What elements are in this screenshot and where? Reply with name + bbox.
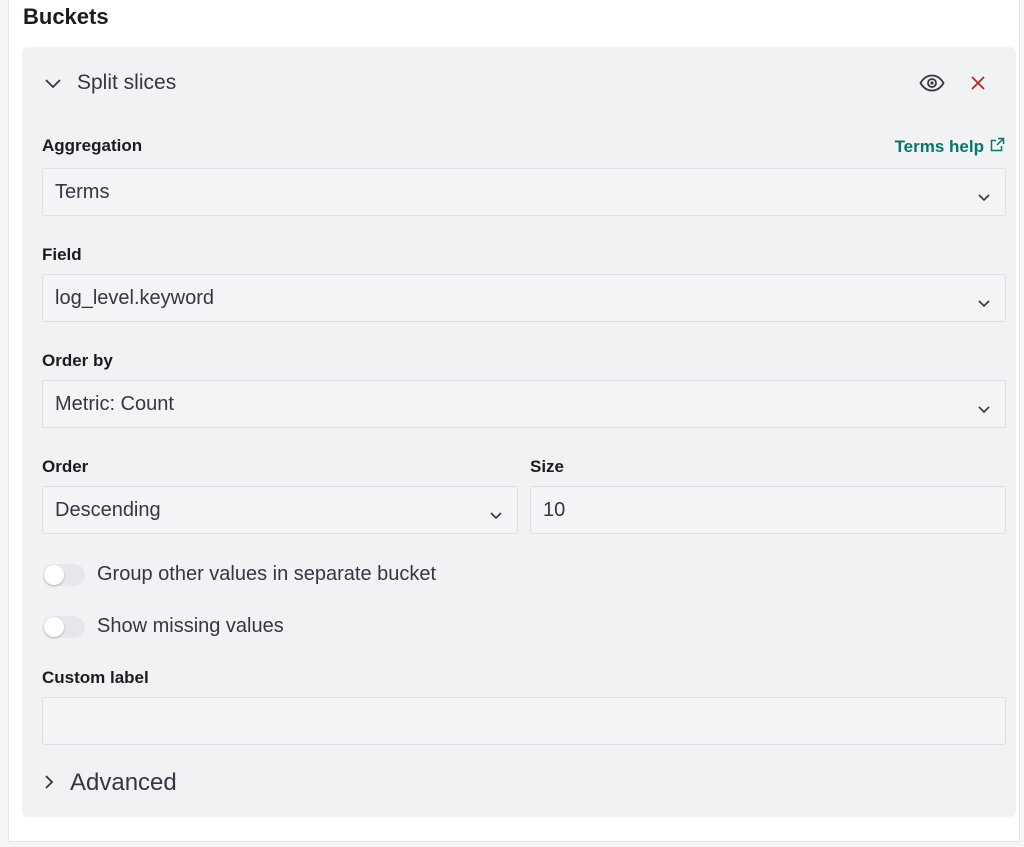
chevron-down-icon bbox=[977, 398, 991, 421]
chevron-right-icon bbox=[44, 769, 54, 797]
close-icon[interactable] bbox=[964, 69, 992, 97]
chevron-down-icon bbox=[489, 504, 503, 527]
aggregation-select[interactable]: Terms bbox=[42, 168, 1006, 216]
group-other-toggle-row: Group other values in separate bucket bbox=[43, 563, 436, 586]
terms-help-text[interactable]: Terms help bbox=[895, 137, 984, 157]
group-other-label: Group other values in separate bucket bbox=[97, 563, 437, 585]
external-link-icon bbox=[990, 137, 1005, 157]
field-value: log_level.keyword bbox=[55, 286, 214, 309]
order-value: Descending bbox=[55, 498, 161, 521]
accordion-header[interactable]: Split slices bbox=[22, 47, 1016, 119]
order-by-value: Metric: Count bbox=[55, 392, 174, 415]
order-select[interactable]: Descending bbox=[42, 486, 518, 534]
aggregation-label: Aggregation bbox=[42, 136, 143, 155]
size-input[interactable]: 10 bbox=[530, 486, 1006, 534]
size-label: Size bbox=[530, 457, 565, 476]
buckets-panel: Buckets Split slices Aggregation Terms h… bbox=[8, 0, 1020, 842]
eye-icon[interactable] bbox=[918, 69, 946, 97]
advanced-label[interactable]: Advanced bbox=[70, 769, 177, 797]
field-select[interactable]: log_level.keyword bbox=[42, 274, 1006, 322]
toggle-knob bbox=[44, 564, 64, 585]
order-by-label: Order by bbox=[42, 351, 113, 370]
advanced-toggle[interactable]: Advanced bbox=[44, 769, 177, 797]
size-value: 10 bbox=[543, 498, 566, 521]
custom-label-input[interactable] bbox=[42, 697, 1006, 745]
accordion-title[interactable]: Split slices bbox=[77, 71, 176, 95]
field-label: Field bbox=[42, 245, 82, 264]
show-missing-toggle[interactable] bbox=[43, 615, 85, 638]
order-label: Order bbox=[42, 457, 89, 476]
split-slices-accordion: Split slices Aggregation Terms help Term… bbox=[22, 47, 1016, 817]
terms-help-link[interactable]: Terms help bbox=[895, 137, 1005, 157]
chevron-down-icon[interactable] bbox=[44, 77, 62, 95]
show-missing-label: Show missing values bbox=[97, 615, 284, 637]
show-missing-toggle-row: Show missing values bbox=[43, 615, 284, 638]
chevron-down-icon bbox=[977, 292, 991, 315]
buckets-title: Buckets bbox=[23, 4, 109, 29]
order-by-select[interactable]: Metric: Count bbox=[42, 380, 1006, 428]
aggregation-value: Terms bbox=[55, 180, 110, 203]
toggle-knob bbox=[44, 616, 64, 637]
chevron-down-icon bbox=[977, 186, 991, 209]
custom-label-label: Custom label bbox=[42, 668, 149, 687]
group-other-toggle[interactable] bbox=[43, 563, 85, 586]
